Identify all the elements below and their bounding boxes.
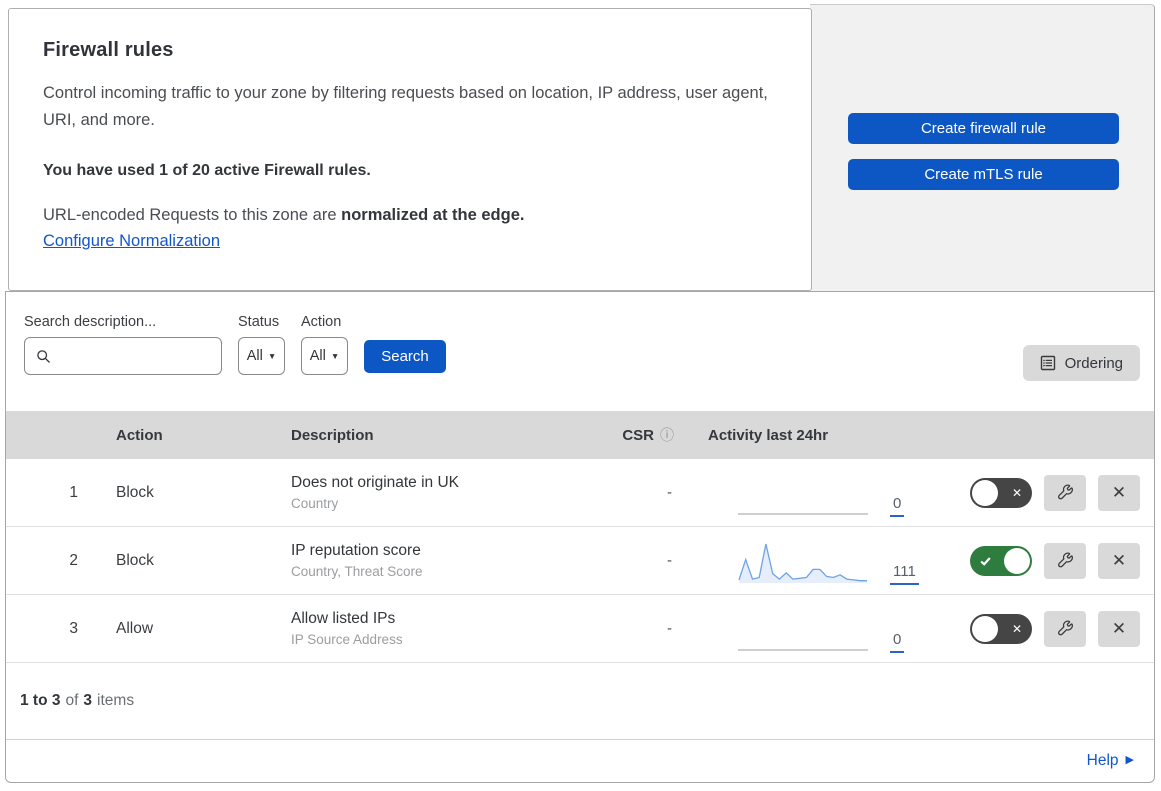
normalization-prefix: URL-encoded Requests to this zone are — [43, 206, 337, 225]
close-icon: ✕ — [1111, 483, 1127, 502]
status-label: Status — [238, 314, 280, 330]
of-word: of — [65, 692, 79, 709]
overview-description: Control incoming traffic to your zone by… — [43, 84, 768, 130]
filter-bar: Search description... Status All ▼ Actio… — [6, 292, 1154, 411]
normalization-notice: URL-encoded Requests to this zone are no… — [43, 206, 777, 225]
search-input[interactable] — [59, 338, 221, 374]
normalization-bold: normalized at the edge. — [341, 206, 525, 225]
edit-rule-button[interactable] — [1044, 542, 1086, 579]
rule-priority: 2 — [69, 551, 78, 569]
rule-description: Allow listed IPs — [291, 610, 396, 627]
column-header-action: Action — [116, 426, 163, 444]
firewall-overview-card: Firewall rules Control incoming traffic … — [8, 8, 812, 291]
items-range: 1 to 3 — [20, 692, 61, 709]
rule-csr-value: - — [667, 484, 672, 501]
overview-section: Create firewall rule Create mTLS rule Fi… — [0, 0, 1161, 291]
action-label: Action — [301, 314, 342, 330]
rule-enabled-toggle[interactable]: ✕ — [970, 613, 1032, 644]
rule-csr-value: - — [667, 552, 672, 569]
wrench-icon — [1057, 620, 1074, 637]
table-row: 2 Block IP reputation score Country, Thr… — [6, 527, 1154, 595]
table-row: 1 Block Does not originate in UK Country… — [6, 459, 1154, 527]
x-icon: ✕ — [1011, 485, 1022, 500]
edit-rule-button[interactable] — [1044, 474, 1086, 511]
help-arrow-icon: ▶ — [1125, 754, 1134, 766]
rule-match-fields: Country, Threat Score — [291, 564, 423, 579]
configure-normalization-link[interactable]: Configure Normalization — [43, 232, 220, 250]
activity-sparkline — [738, 473, 868, 517]
help-link-label: Help — [1086, 751, 1119, 769]
column-header-activity: Activity last 24hr — [708, 426, 829, 444]
toggle-knob — [972, 479, 998, 506]
firewall-rules-page: Create firewall rule Create mTLS rule Fi… — [0, 0, 1161, 791]
ordering-button[interactable]: Ordering — [1022, 345, 1140, 381]
actions-panel: Create firewall rule Create mTLS rule — [810, 4, 1155, 291]
action-select-value: All — [309, 348, 326, 364]
check-icon — [979, 554, 992, 567]
status-select[interactable]: All ▼ — [238, 337, 285, 375]
activity-count-link[interactable]: 0 — [890, 496, 905, 517]
activity-sparkline — [738, 609, 868, 653]
create-firewall-rule-button[interactable]: Create firewall rule — [848, 113, 1119, 144]
info-icon[interactable]: ⓘ — [660, 425, 674, 445]
delete-rule-button[interactable]: ✕ — [1098, 474, 1140, 511]
rule-action: Block — [116, 551, 154, 569]
status-select-value: All — [246, 348, 263, 364]
close-icon: ✕ — [1111, 551, 1127, 570]
delete-rule-button[interactable]: ✕ — [1098, 610, 1140, 647]
rule-csr-value: - — [667, 620, 672, 637]
rule-enabled-toggle[interactable]: ✕ — [970, 477, 1032, 508]
rule-enabled-toggle[interactable]: ✕ — [970, 545, 1032, 576]
activity-sparkline — [738, 541, 868, 585]
rules-panel: Search description... Status All ▼ Actio… — [5, 291, 1155, 783]
delete-rule-button[interactable]: ✕ — [1098, 542, 1140, 579]
rule-priority: 3 — [69, 619, 78, 637]
action-select[interactable]: All ▼ — [301, 337, 348, 375]
table-header-row: Action Description CSR ⓘ Activity last 2… — [6, 411, 1154, 459]
create-mtls-rule-button[interactable]: Create mTLS rule — [848, 159, 1119, 190]
help-link[interactable]: Help ▶ — [1087, 752, 1134, 770]
column-header-description: Description — [291, 426, 374, 444]
table-row: 3 Allow Allow listed IPs IP Source Addre… — [6, 595, 1154, 663]
search-box[interactable] — [24, 337, 222, 375]
search-icon — [36, 349, 51, 364]
toggle-knob — [1004, 547, 1030, 574]
search-label: Search description... — [24, 314, 157, 330]
ordering-icon — [1040, 355, 1056, 371]
page-title: Firewall rules — [43, 39, 174, 61]
rule-action: Allow — [116, 619, 154, 637]
toggle-knob — [972, 615, 998, 642]
chevron-down-icon: ▼ — [267, 350, 277, 361]
rule-description: IP reputation score — [291, 542, 421, 559]
edit-rule-button[interactable] — [1044, 610, 1086, 647]
items-word: items — [97, 692, 135, 709]
ordering-button-label: Ordering — [1064, 354, 1123, 372]
wrench-icon — [1057, 552, 1074, 569]
help-bar: Help ▶ — [6, 739, 1154, 781]
activity-count-link[interactable]: 111 — [890, 564, 919, 585]
column-header-csr: CSR — [622, 426, 654, 444]
rule-match-fields: IP Source Address — [291, 632, 403, 647]
chevron-down-icon: ▼ — [330, 350, 340, 361]
pagination-footer: 1 to 3 of 3 items — [6, 663, 1154, 739]
rule-description: Does not originate in UK — [291, 474, 460, 491]
rule-priority: 1 — [69, 483, 78, 501]
usage-notice: You have used 1 of 20 active Firewall ru… — [43, 162, 371, 180]
activity-count-link[interactable]: 0 — [890, 632, 905, 653]
search-button[interactable]: Search — [364, 340, 446, 373]
rules-table: Action Description CSR ⓘ Activity last 2… — [6, 411, 1154, 663]
close-icon: ✕ — [1111, 619, 1127, 638]
x-icon: ✕ — [1011, 621, 1022, 636]
wrench-icon — [1057, 484, 1074, 501]
rule-action: Block — [116, 483, 154, 501]
items-total: 3 — [83, 692, 93, 709]
rule-match-fields: Country — [291, 496, 339, 511]
